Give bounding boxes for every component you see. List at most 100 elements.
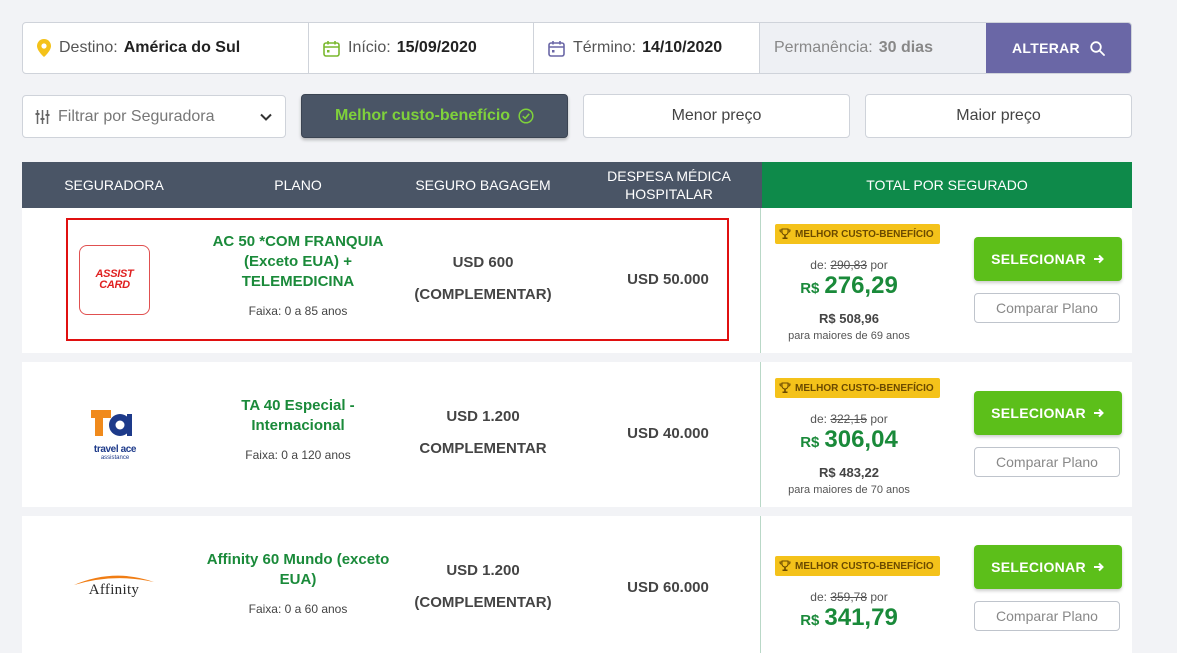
price-cell: de: 359,78 por R$ 341,79 [769,590,929,635]
de-label: de: [810,412,827,426]
plan-name: AC 50 *COM FRANQUIA (Exceto EUA) + TELEM… [212,233,384,290]
maiores-note: para maiores de 70 anos [788,484,910,496]
affinity-wordmark: Affinity [88,582,140,598]
destino-label: Destino: [59,39,118,56]
tab-menor-preco[interactable]: Menor preço [583,94,850,138]
destino-value: América do Sul [123,39,241,56]
affinity-logo: Affinity [72,574,156,604]
price-cell: de: 290,83 por R$ 276,29 R$ 508,96 para m… [769,258,929,342]
header-seguro-bagagem: SEGURO BAGAGEM [415,177,551,193]
price-cell: de: 322,15 por R$ 306,04 R$ 483,22 para m… [769,412,929,496]
bagagem-cell: USD 1.200 (COMPLEMENTAR) [388,555,578,619]
badge-label: MELHOR CUSTO-BENEFÍCIO [795,382,934,394]
travel-ace-subtitle: assistance [100,455,130,461]
comparar-plano-button[interactable]: Comparar Plano [974,447,1120,477]
tab-maior-preco[interactable]: Maior preço [865,94,1132,138]
trophy-icon [779,560,791,571]
travel-ace-logo: travel ace assistance [87,406,143,466]
calendar-icon [323,40,340,57]
calendar-icon [548,40,565,57]
termino-value: 14/10/2020 [642,39,723,56]
original-price-line: de: 359,78 por [769,590,929,604]
page-background-strip [1154,0,1177,653]
inicio-label: Início: [348,39,391,56]
plan-cell: Affinity 60 Mundo (exceto EUA) Faixa: 0 … [198,550,398,616]
header-seguradora: SEGURADORA [64,177,164,193]
por-label: por [870,412,888,426]
trophy-icon [779,382,791,393]
alterar-label: ALTERAR [1012,40,1080,56]
comparar-plano-button[interactable]: Comparar Plano [974,601,1120,631]
bagagem-tipo: (COMPLEMENTAR) [414,594,552,611]
tab-label: Menor preço [671,107,762,124]
filter-sliders-icon [35,109,50,125]
table-row: ASSIST CARD AC 50 *COM FRANQUIA (Exceto … [22,208,1132,353]
termino-field[interactable]: Término: 14/10/2020 [534,23,760,73]
tab-label: Maior preço [956,107,1041,124]
arrow-right-icon [1093,254,1104,264]
tab-melhor-custo-beneficio[interactable]: Melhor custo-benefício [301,94,568,138]
arrow-right-icon [1093,408,1104,418]
total-price: R$ 483,22 [819,465,879,480]
selecionar-label: SELECIONAR [991,251,1086,267]
table-row: travel ace assistance TA 40 Especial - I… [22,362,1132,507]
travel-ace-wordmark: travel ace [93,444,137,455]
comparar-plano-button[interactable]: Comparar Plano [974,293,1120,323]
plan-faixa: Faixa: 0 a 60 anos [248,602,348,616]
melhor-custo-badge: MELHOR CUSTO-BENEFÍCIO [775,556,940,576]
original-price-line: de: 322,15 por [769,412,929,426]
bagagem-value: USD 1.200 [446,408,520,425]
search-summary-bar: Destino: América do Sul Início: 15/09/20… [22,22,1132,74]
alterar-button[interactable]: ALTERAR [986,23,1131,73]
de-label: de: [810,258,827,272]
destino-field[interactable]: Destino: América do Sul [23,23,309,73]
selecionar-label: SELECIONAR [991,405,1086,421]
seguradora-filter-select[interactable]: Filtrar por Seguradora [22,95,286,138]
de-label: de: [810,590,827,604]
termino-label: Término: [573,39,637,56]
permanencia-field: Permanência: 30 dias [760,23,986,73]
por-label: por [870,258,888,272]
selecionar-label: SELECIONAR [991,559,1086,575]
assist-card-logo: ASSIST CARD [79,245,150,315]
header-despesa-medica: DESPESA MÉDICA HOSPITALAR [607,168,731,202]
currency: R$ [800,612,820,629]
melhor-custo-badge: MELHOR CUSTO-BENEFÍCIO [775,378,940,398]
tab-label: Melhor custo-benefício [334,107,511,124]
location-pin-icon [37,39,51,57]
bagagem-cell: USD 600 (COMPLEMENTAR) [388,247,578,311]
plan-cell: AC 50 *COM FRANQUIA (Exceto EUA) + TELEM… [198,232,398,318]
original-price: 322,15 [830,412,868,426]
filter-row: Filtrar por Seguradora Melhor custo-bene… [22,94,1132,138]
bagagem-cell: USD 1.200 COMPLEMENTAR [388,401,578,465]
table-row: Affinity Affinity 60 Mundo (exceto EUA) … [22,516,1132,653]
plan-cell: TA 40 Especial - Internacional Faixa: 0 … [198,396,398,462]
despesa-value: USD 60.000 [627,579,709,596]
permanencia-value: 30 dias [878,39,933,56]
despesa-value: USD 50.000 [627,271,709,288]
por-label: por [870,590,888,604]
original-price: 359,78 [830,590,868,604]
bagagem-value: USD 1.200 [446,562,520,579]
results-table-header: SEGURADORA PLANO SEGURO BAGAGEM DESPESA … [22,162,1132,208]
plan-faixa: Faixa: 0 a 120 anos [245,448,351,462]
price-value: 341,79 [824,604,898,631]
price-value: 306,04 [824,426,898,453]
plan-name: TA 40 Especial - Internacional [241,397,355,434]
discount-price: R$ 341,79 [769,604,929,635]
bagagem-value: USD 600 [452,254,514,271]
maiores-note: para maiores de 69 anos [788,330,910,342]
selecionar-button[interactable]: SELECIONAR [974,391,1122,435]
inicio-field[interactable]: Início: 15/09/2020 [309,23,534,73]
selecionar-button[interactable]: SELECIONAR [974,237,1122,281]
header-plano: PLANO [274,177,322,193]
arrow-right-icon [1093,562,1104,572]
search-icon [1090,40,1105,56]
currency: R$ [800,434,820,451]
check-circle-icon [518,108,534,124]
selecionar-button[interactable]: SELECIONAR [974,545,1122,589]
original-price-line: de: 290,83 por [769,258,929,272]
plan-faixa: Faixa: 0 a 85 anos [248,304,348,318]
total-price: R$ 508,96 [819,311,879,326]
travel-ace-mark-icon [91,410,132,436]
